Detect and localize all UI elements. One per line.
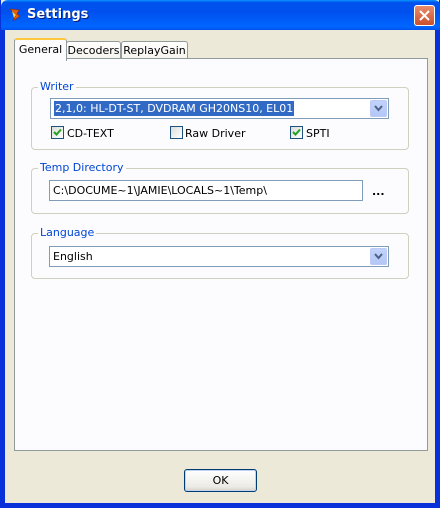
writer-drive-value: 2,1,0: HL-DT-ST, DVDRAM GH20NS10, EL01 — [54, 101, 295, 116]
language-value: English — [53, 250, 93, 263]
cd-text-label[interactable]: CD-TEXT — [67, 127, 114, 140]
tab-general[interactable]: General — [14, 38, 67, 61]
checkmark-icon — [53, 128, 62, 136]
ok-button-label: OK — [212, 474, 229, 487]
chevron-down-icon — [374, 253, 383, 260]
settings-window: Settings General Decoders ReplayGain Wri… — [0, 0, 440, 508]
checkmark-icon — [292, 128, 301, 136]
writer-group-label: Writer — [38, 80, 76, 93]
ok-button[interactable]: OK — [184, 469, 257, 492]
language-select[interactable]: English — [49, 246, 389, 267]
app-flame-icon — [7, 7, 23, 23]
title-bar[interactable]: Settings — [1, 0, 440, 30]
temp-directory-group-label: Temp Directory — [38, 161, 126, 174]
language-group-label: Language — [38, 226, 97, 239]
raw-driver-label[interactable]: Raw Driver — [185, 127, 245, 140]
language-dropdown-button[interactable] — [370, 248, 387, 265]
close-button[interactable] — [414, 5, 435, 26]
raw-driver-checkbox[interactable] — [170, 126, 183, 139]
window-title: Settings — [27, 7, 89, 22]
cd-text-checkbox[interactable] — [51, 126, 64, 139]
temp-directory-input[interactable]: C:\DOCUME~1\JAMIE\LOCALS~1\Temp\ — [49, 180, 363, 201]
writer-drive-select[interactable]: 2,1,0: HL-DT-ST, DVDRAM GH20NS10, EL01 — [50, 98, 389, 119]
writer-dropdown-button[interactable] — [370, 100, 387, 117]
close-icon — [419, 10, 430, 21]
tab-replaygain-label: ReplayGain — [123, 44, 186, 57]
tab-decoders-label: Decoders — [67, 44, 120, 57]
spti-checkbox[interactable] — [290, 126, 303, 139]
window-border-bottom — [1, 503, 440, 507]
window-border-right — [435, 30, 439, 504]
browse-button[interactable]: ... — [372, 185, 385, 198]
chevron-down-icon — [374, 105, 383, 112]
spti-label[interactable]: SPTI — [306, 127, 330, 140]
window-border-left — [1, 30, 5, 504]
tab-general-label: General — [18, 43, 63, 56]
